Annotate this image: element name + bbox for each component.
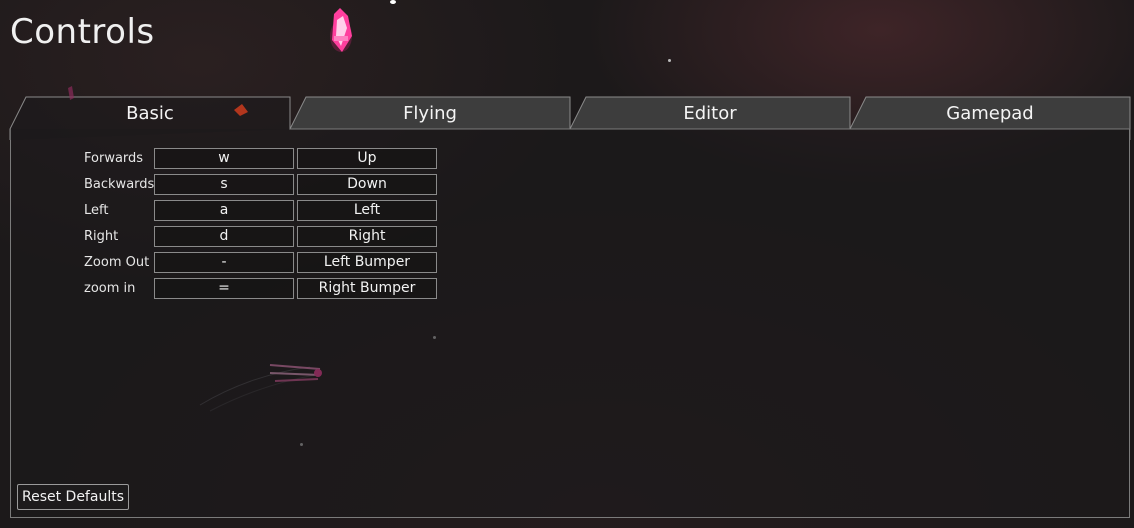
tab-gamepad[interactable]: Gamepad [870,103,1110,125]
key-binding-button[interactable]: - [154,252,294,273]
action-label: Right [84,229,119,244]
tab-editor[interactable]: Editor [590,103,830,125]
action-label: Zoom Out [84,255,150,270]
reset-defaults-button[interactable]: Reset Defaults [17,484,129,510]
gamepad-binding-button[interactable]: Down [297,174,437,195]
action-label: Backwards [84,177,155,192]
action-label: zoom in [84,281,136,296]
key-binding-button[interactable]: s [154,174,294,195]
key-binding-button[interactable]: a [154,200,294,221]
key-binding-button[interactable]: = [154,278,294,299]
action-label: Left [84,203,109,218]
tab-flying[interactable]: Flying [310,103,550,125]
gamepad-binding-button[interactable]: Right Bumper [297,278,437,299]
key-binding-button[interactable]: d [154,226,294,247]
gamepad-binding-button[interactable]: Right [297,226,437,247]
gamepad-binding-button[interactable]: Left Bumper [297,252,437,273]
gamepad-binding-button[interactable]: Up [297,148,437,169]
controls-screen: Controls Basic Flying Editor Gamepad For… [0,0,1134,528]
gamepad-binding-button[interactable]: Left [297,200,437,221]
key-binding-button[interactable]: w [154,148,294,169]
tab-basic[interactable]: Basic [30,103,270,125]
action-label: Forwards [84,151,144,166]
